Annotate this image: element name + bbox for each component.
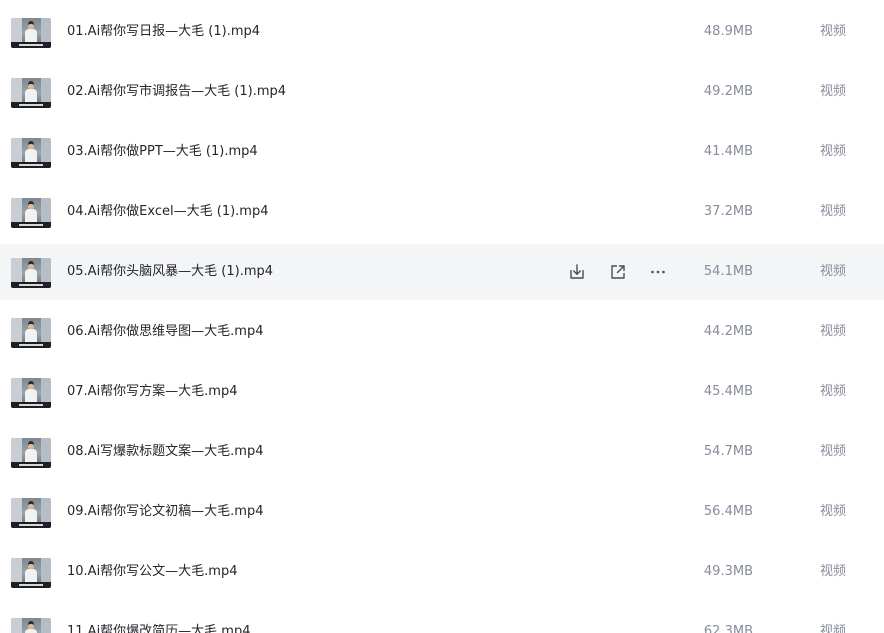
file-row[interactable]: 10.Ai帮你写公文—大毛.mp4 49.3MB 视频 [0, 544, 884, 600]
file-size: 49.2MB [703, 84, 753, 99]
file-row[interactable]: 09.Ai帮你写论文初稿—大毛.mp4 56.4MB 视频 [0, 484, 884, 540]
file-type: 视频 [820, 384, 847, 399]
file-name[interactable]: 07.Ai帮你写方案—大毛.mp4 [67, 383, 238, 401]
file-name[interactable]: 11.Ai帮你爆改简历—大毛.mp4 [67, 623, 251, 633]
file-size: 62.3MB [703, 624, 753, 633]
file-name[interactable]: 06.Ai帮你做思维导图—大毛.mp4 [67, 323, 264, 341]
file-row[interactable]: 03.Ai帮你做PPT—大毛 (1).mp4 41.4MB 视频 [0, 124, 884, 180]
file-row[interactable]: 05.Ai帮你头脑风暴—大毛 (1).mp4 54.1MB 视频 [0, 244, 884, 300]
file-name[interactable]: 03.Ai帮你做PPT—大毛 (1).mp4 [67, 143, 258, 161]
file-name[interactable]: 04.Ai帮你做Excel—大毛 (1).mp4 [67, 203, 268, 221]
share-button[interactable] [607, 262, 629, 282]
file-size: 49.3MB [703, 564, 753, 579]
video-thumbnail[interactable] [11, 258, 51, 288]
file-name[interactable]: 05.Ai帮你头脑风暴—大毛 (1).mp4 [67, 263, 273, 281]
file-size: 44.2MB [703, 324, 753, 339]
download-button[interactable] [566, 262, 588, 282]
video-thumbnail[interactable] [11, 78, 51, 108]
file-type: 视频 [820, 144, 847, 159]
file-row[interactable]: 07.Ai帮你写方案—大毛.mp4 45.4MB 视频 [0, 364, 884, 420]
file-size: 54.1MB [703, 264, 753, 279]
file-size: 54.7MB [703, 444, 753, 459]
video-thumbnail[interactable] [11, 438, 51, 468]
file-row[interactable]: 02.Ai帮你写市调报告—大毛 (1).mp4 49.2MB 视频 [0, 64, 884, 120]
file-type: 视频 [820, 324, 847, 339]
file-size: 48.9MB [703, 24, 753, 39]
file-name[interactable]: 01.Ai帮你写日报—大毛 (1).mp4 [67, 23, 260, 41]
video-thumbnail[interactable] [11, 618, 51, 633]
more-icon [651, 270, 665, 274]
file-type: 视频 [820, 504, 847, 519]
share-icon [611, 265, 625, 279]
video-thumbnail[interactable] [11, 378, 51, 408]
video-thumbnail[interactable] [11, 318, 51, 348]
file-list: 01.Ai帮你写日报—大毛 (1).mp4 48.9MB 视频 02.Ai帮你写… [0, 0, 884, 633]
file-type: 视频 [820, 24, 847, 39]
file-name[interactable]: 02.Ai帮你写市调报告—大毛 (1).mp4 [67, 83, 286, 101]
file-row[interactable]: 04.Ai帮你做Excel—大毛 (1).mp4 37.2MB 视频 [0, 184, 884, 240]
file-type: 视频 [820, 204, 847, 219]
file-type: 视频 [820, 624, 847, 633]
file-type: 视频 [820, 564, 847, 579]
file-name[interactable]: 10.Ai帮你写公文—大毛.mp4 [67, 563, 238, 581]
video-thumbnail[interactable] [11, 498, 51, 528]
video-thumbnail[interactable] [11, 198, 51, 228]
file-size: 56.4MB [703, 504, 753, 519]
file-row[interactable]: 11.Ai帮你爆改简历—大毛.mp4 62.3MB 视频 [0, 604, 884, 633]
file-name[interactable]: 08.Ai写爆款标题文案—大毛.mp4 [67, 443, 264, 461]
file-type: 视频 [820, 444, 847, 459]
file-name[interactable]: 09.Ai帮你写论文初稿—大毛.mp4 [67, 503, 264, 521]
video-thumbnail[interactable] [11, 558, 51, 588]
file-size: 45.4MB [703, 384, 753, 399]
more-button[interactable] [647, 262, 669, 282]
file-row[interactable]: 06.Ai帮你做思维导图—大毛.mp4 44.2MB 视频 [0, 304, 884, 360]
file-type: 视频 [820, 264, 847, 279]
file-size: 37.2MB [703, 204, 753, 219]
file-row[interactable]: 08.Ai写爆款标题文案—大毛.mp4 54.7MB 视频 [0, 424, 884, 480]
file-row[interactable]: 01.Ai帮你写日报—大毛 (1).mp4 48.9MB 视频 [0, 4, 884, 60]
video-thumbnail[interactable] [11, 138, 51, 168]
video-thumbnail[interactable] [11, 18, 51, 48]
download-icon [570, 264, 584, 279]
file-size: 41.4MB [703, 144, 753, 159]
file-type: 视频 [820, 84, 847, 99]
